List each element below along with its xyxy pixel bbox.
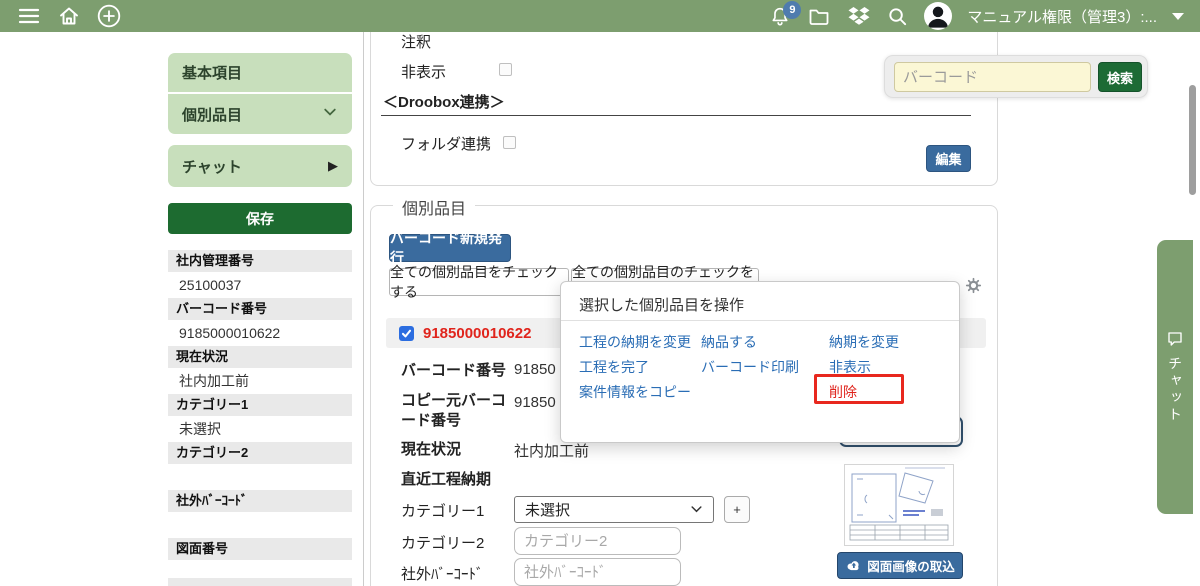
search-button[interactable]: 検索 [1098, 62, 1142, 92]
sidebar-item-individual[interactable]: 個別品目 [168, 94, 352, 134]
field-label: 現在状況 [401, 440, 513, 460]
chat-bubble-icon [1166, 330, 1184, 348]
item-checkbox-checked[interactable] [399, 326, 414, 341]
new-barcode-button[interactable]: バーコード新規発行 [389, 234, 511, 262]
info-value [168, 464, 352, 490]
section-legend: 個別品目 [393, 195, 475, 219]
chevron-right-icon: ▶ [328, 158, 338, 174]
vertical-scrollbar-thumb[interactable] [1189, 85, 1196, 195]
info-value: 9185000010622 [168, 320, 352, 346]
panel-divider [363, 32, 364, 586]
category1-select[interactable]: 未選択 [514, 496, 714, 523]
check-all-button[interactable]: 全ての個別品目をチェックする [389, 268, 569, 296]
cloud-upload-icon [845, 559, 862, 572]
user-avatar[interactable] [924, 2, 952, 30]
popup-title: 選択した個別品目を操作 [579, 294, 744, 315]
barcode-search-panel: 検索 [884, 55, 1148, 98]
folder-link-label: フォルダ連携 [401, 133, 491, 154]
info-label: 社内管理番号 [168, 250, 352, 272]
info-label-partial [168, 578, 352, 586]
category2-input[interactable] [514, 527, 681, 555]
barcode-search-input[interactable] [894, 62, 1091, 92]
top-navigation-bar: 9 マニュアル権限（管理3）:... [0, 0, 1200, 32]
category1-selected-value: 未選択 [525, 499, 570, 520]
info-label: カテゴリー2 [168, 442, 352, 464]
info-label: バーコード番号 [168, 298, 352, 320]
notifications-bell-icon[interactable]: 9 [769, 5, 791, 27]
chevron-down-icon [322, 105, 338, 123]
annotation-label: 注釈 [401, 31, 431, 52]
ext-barcode-input[interactable] [514, 558, 681, 586]
info-label: カテゴリー1 [168, 394, 352, 416]
droobox-heading: ＜Droobox連携＞ [383, 91, 505, 112]
menu-item-hide[interactable]: 非表示 [829, 357, 871, 377]
category2-label: カテゴリー2 [401, 534, 513, 554]
ext-barcode-label: 社外ﾊﾞｰｺｰﾄﾞ [401, 565, 513, 585]
sidebar-item-basic[interactable]: 基本項目 [168, 53, 352, 94]
import-drawing-button[interactable]: 図面画像の取込 [837, 552, 963, 579]
info-value: 未選択 [168, 416, 352, 442]
chat-tab-label: チャット [1165, 356, 1185, 424]
edit-button[interactable]: 編集 [926, 145, 971, 172]
sidebar-item-chat-label: チャット [182, 156, 242, 177]
add-new-icon[interactable] [96, 3, 122, 29]
import-drawing-label: 図面画像の取込 [867, 556, 955, 575]
info-value: 社内加工前 [168, 368, 352, 394]
menu-item-complete-process[interactable]: 工程を完了 [579, 357, 649, 377]
dropbox-icon[interactable] [847, 4, 871, 28]
sidebar-item-basic-label: 基本項目 [182, 62, 242, 83]
delete-highlight-box [814, 374, 904, 404]
search-icon[interactable] [886, 5, 909, 28]
menu-item-delete[interactable]: 削除 [829, 382, 857, 402]
sidebar-item-individual-label: 個別品目 [182, 104, 242, 125]
save-button[interactable]: 保存 [168, 203, 352, 234]
item-barcode-number: 9185000010622 [423, 325, 531, 342]
drawing-thumbnail[interactable] [844, 464, 954, 546]
hidden-label: 非表示 [401, 61, 446, 82]
app-root: 9 マニュアル権限（管理3）:... 基本項目 個別品目 [0, 0, 1200, 586]
field-value: 91850 [514, 361, 556, 378]
menu-item-change-process-deadline[interactable]: 工程の納期を変更 [579, 332, 691, 352]
field-label: コピー元バーコード番号 [401, 391, 513, 432]
folder-icon[interactable] [806, 4, 832, 28]
info-value [168, 512, 352, 538]
hidden-checkbox[interactable] [499, 63, 512, 76]
menu-item-copy-case-info[interactable]: 案件情報をコピー [579, 382, 691, 402]
item-summary-list: 社内管理番号 25100037 バーコード番号 9185000010622 現在… [168, 250, 352, 586]
folder-link-checkbox[interactable] [503, 136, 516, 149]
notification-count-badge: 9 [783, 1, 801, 19]
info-value: 25100037 [168, 272, 352, 298]
field-value: 91850 [514, 394, 556, 411]
account-menu-label[interactable]: マニュアル権限（管理3）:... [967, 6, 1157, 27]
gear-icon[interactable] [965, 277, 982, 299]
field-label: バーコード番号 [401, 361, 513, 381]
info-label: 図面番号 [168, 538, 352, 560]
sidebar-item-chat[interactable]: チャット ▶ [168, 145, 352, 187]
popup-divider [561, 320, 959, 321]
menu-item-print-barcode[interactable]: バーコード印刷 [701, 357, 799, 377]
section-divider [381, 115, 971, 116]
info-label: 現在状況 [168, 346, 352, 368]
account-caret-down-icon[interactable] [1172, 13, 1184, 20]
item-actions-popup: 選択した個別品目を操作 工程の納期を変更 納品する 納期を変更 工程を完了 バー… [560, 281, 960, 443]
field-value: 社内加工前 [514, 440, 589, 461]
chat-side-tab[interactable]: チャット [1157, 240, 1193, 514]
category1-label: カテゴリー1 [401, 502, 513, 522]
menu-item-deliver[interactable]: 納品する [701, 332, 757, 352]
menu-item-change-deadline[interactable]: 納期を変更 [829, 332, 899, 352]
sidebar-nav-group: 基本項目 個別品目 [168, 53, 352, 134]
hamburger-menu-icon[interactable] [16, 4, 42, 28]
home-icon[interactable] [57, 4, 81, 28]
info-label: 社外ﾊﾞｰｺｰﾄﾞ [168, 490, 352, 512]
field-label: 直近工程納期 [401, 470, 513, 490]
add-category-button[interactable]: + [724, 496, 750, 523]
